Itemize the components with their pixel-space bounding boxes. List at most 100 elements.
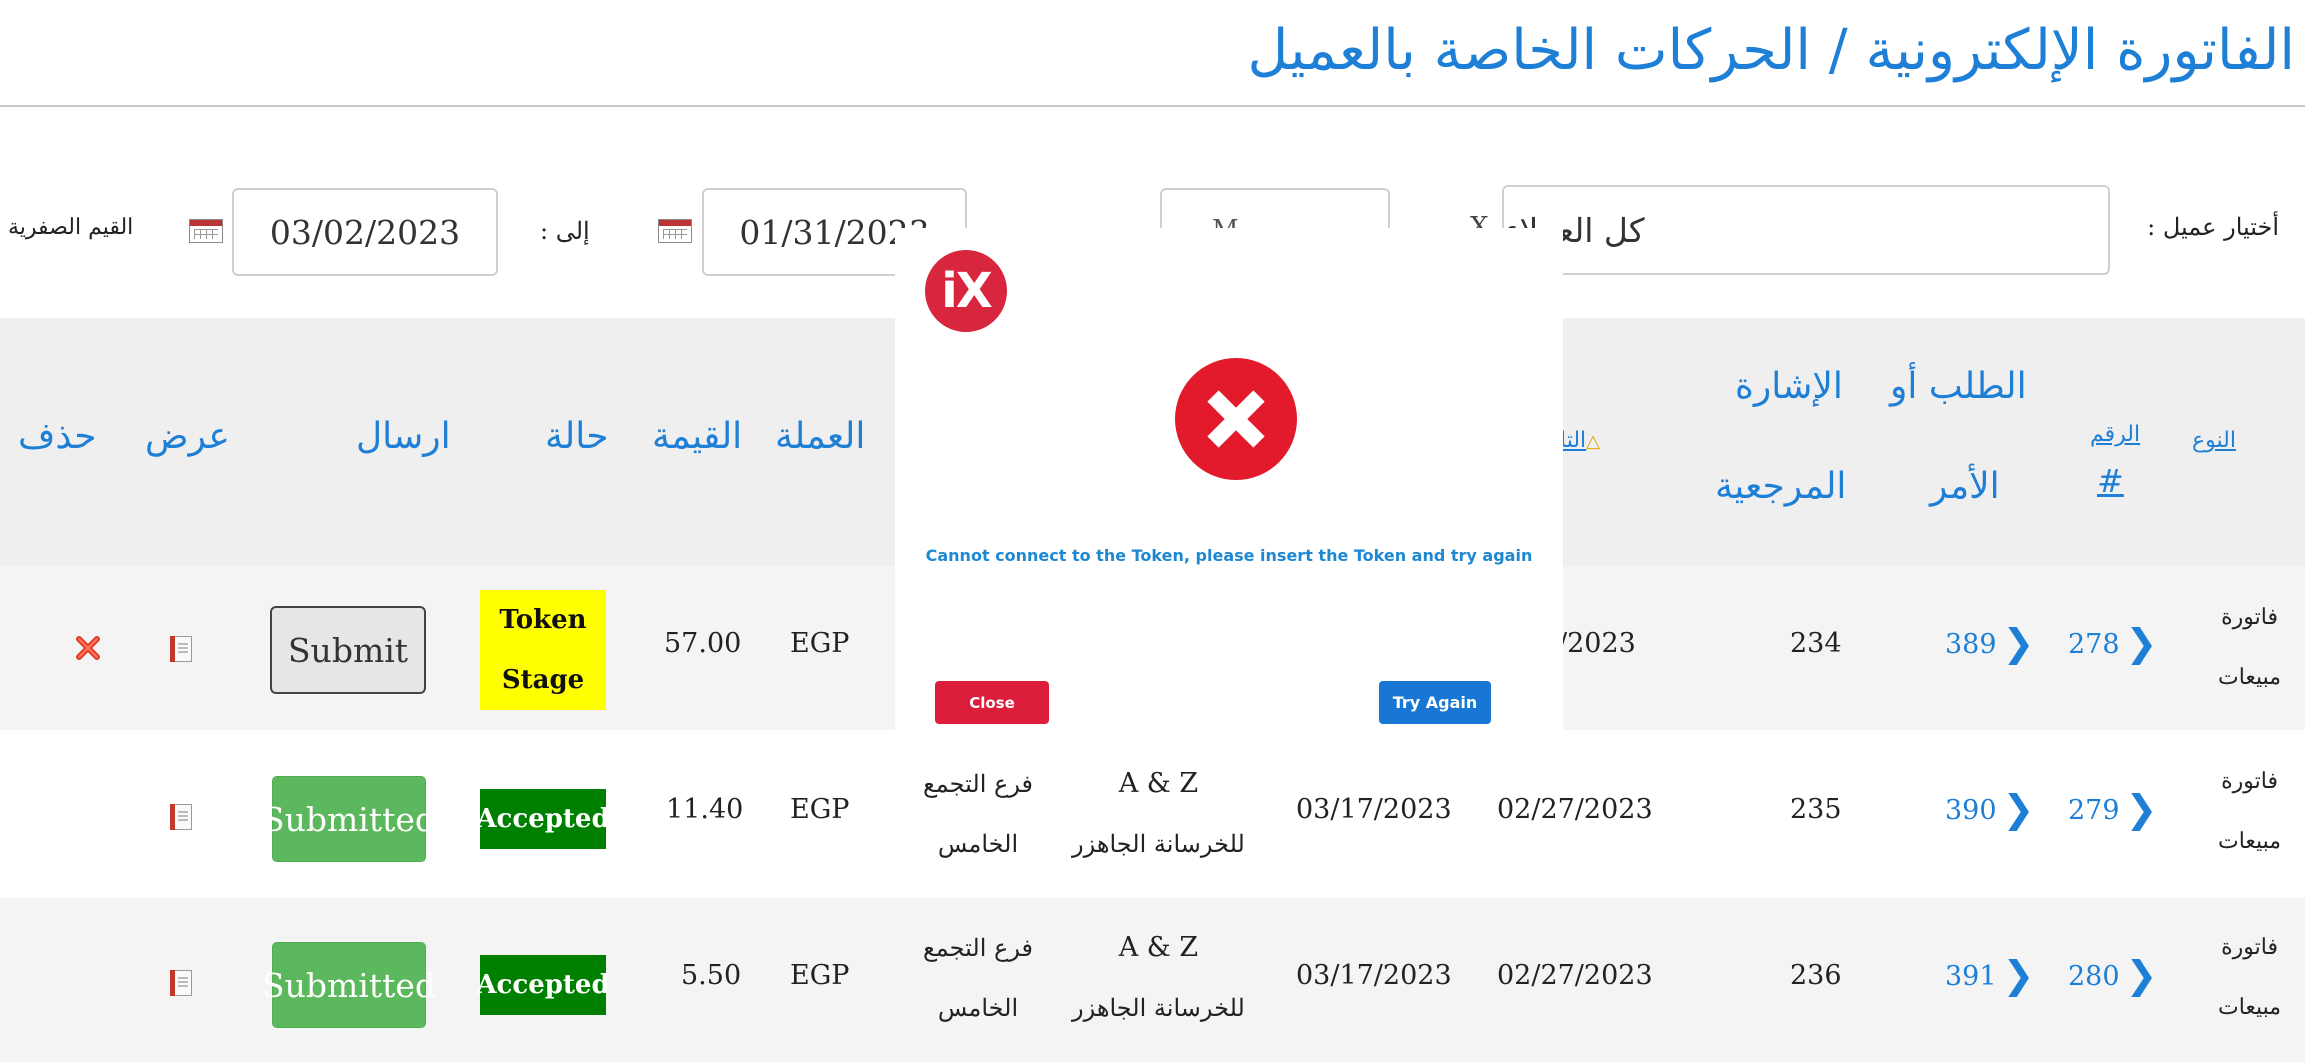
row-number: 279 [2068, 795, 2120, 826]
row-value: 5.50 [681, 960, 742, 991]
row-due-date: 03/17/2023 [1296, 960, 1452, 991]
view-document-icon[interactable] [170, 804, 192, 830]
row-branch-line1: فرع التجمع [923, 770, 1034, 798]
table-row: فاتورة مبيعات 280 ❯ 391 ❯ 236 02/27/2023 0… [0, 898, 2305, 1062]
row-reference: 234 [1790, 628, 1842, 659]
view-document-icon[interactable] [170, 970, 192, 996]
header-send: ارسال [356, 416, 451, 457]
header-number-hash[interactable]: # [2097, 462, 2124, 500]
view-document-icon[interactable] [170, 636, 192, 662]
row-reference: 236 [1790, 960, 1842, 991]
row-type: فاتورة مبيعات [2218, 918, 2281, 1038]
row-branch: فرع التجمع الخامس [923, 918, 1033, 1038]
status-line1: Token [499, 605, 587, 635]
row-currency: EGP [790, 960, 850, 991]
row-branch-line2: الخامس [937, 994, 1019, 1022]
error-x-icon [1175, 358, 1297, 480]
header-value: القيمة [652, 416, 743, 457]
row-date: 02/27/2023 [1497, 794, 1653, 825]
header-order-line1: الطلب أو [1890, 366, 2027, 407]
row-date: 02/27/2023 [1497, 960, 1653, 991]
header-type[interactable]: النوع [2192, 428, 2236, 453]
row-order-link[interactable]: 391 ❯ [1945, 953, 2034, 997]
row-number-link[interactable]: 278 ❯ [2068, 621, 2157, 665]
row-currency: EGP [790, 794, 850, 825]
row-branch-line1: فرع التجمع [923, 934, 1034, 962]
row-value: 57.00 [664, 628, 742, 659]
chevron-right-icon: ❯ [2002, 953, 2035, 997]
try-again-button[interactable]: Try Again [1379, 681, 1491, 724]
zero-values-label: القيم الصفرية [8, 215, 134, 240]
row-number: 280 [2068, 961, 2120, 992]
row-number-link[interactable]: 279 ❯ [2068, 787, 2157, 831]
submitted-button[interactable]: Submitted [262, 942, 436, 1028]
row-order: 391 [1945, 961, 1997, 992]
table-row: فاتورة مبيعات 279 ❯ 390 ❯ 235 02/27/2023 0… [0, 732, 2305, 896]
header-view: عرض [145, 416, 230, 457]
to-label: إلى : [540, 217, 590, 245]
row-type-line2: مبيعات [2218, 665, 2282, 690]
to-date-value: 03/02/2023 [269, 212, 461, 252]
row-branch: فرع التجمع الخامس [923, 754, 1033, 874]
error-modal: iX Cannot connect to the Token, please i… [895, 228, 1563, 733]
status-badge: Accepted [476, 955, 610, 1015]
row-value: 11.40 [666, 794, 744, 825]
row-type-line1: فاتورة [2221, 935, 2278, 960]
delete-icon[interactable] [74, 632, 104, 662]
row-type: فاتورة مبيعات [2218, 588, 2281, 708]
row-customer-line1: A & Z [1118, 768, 1199, 799]
error-x-glyph [1207, 390, 1265, 448]
chevron-right-icon: ❯ [2125, 787, 2158, 831]
chevron-right-icon: ❯ [2125, 953, 2158, 997]
page-title: الفاتورة الإلكترونية / الحركات الخاصة با… [1247, 18, 2295, 83]
chevron-right-icon: ❯ [2125, 621, 2158, 665]
row-type-line2: مبيعات [2218, 995, 2282, 1020]
row-number: 278 [2068, 629, 2120, 660]
close-button[interactable]: Close [935, 681, 1049, 724]
ix-logo: iX [925, 250, 1007, 332]
row-number-link[interactable]: 280 ❯ [2068, 953, 2157, 997]
row-type-line1: فاتورة [2221, 605, 2278, 630]
header-date[interactable]: △التا [1560, 428, 1600, 453]
header-status: حالة [545, 416, 609, 457]
row-currency: EGP [790, 628, 850, 659]
to-date-input[interactable]: 03/02/2023 [232, 188, 498, 276]
header-reference-line1: الإشارة [1735, 366, 1843, 407]
header-currency: العملة [775, 416, 866, 457]
row-customer-line2: للخرسانة الجاهزر [1072, 830, 1245, 858]
status-badge: Token Stage [480, 590, 606, 710]
submitted-button[interactable]: Submitted [262, 776, 436, 862]
row-type-line1: فاتورة [2221, 769, 2278, 794]
status-line2: Stage [501, 665, 585, 695]
header-order-line2: الأمر [1930, 466, 2000, 507]
status-badge: Accepted [476, 789, 610, 849]
row-order: 389 [1945, 629, 1997, 660]
row-customer-line1: A & Z [1118, 932, 1199, 963]
row-customer: A & Z للخرسانة الجاهزر [1072, 754, 1245, 874]
header-delete: حذف [18, 416, 97, 457]
chevron-right-icon: ❯ [2002, 787, 2035, 831]
header-date-label: التا [1560, 428, 1587, 453]
submit-button[interactable]: Submit [270, 606, 426, 694]
from-calendar-icon[interactable] [658, 219, 692, 243]
row-due-date: 03/17/2023 [1296, 794, 1452, 825]
row-type-line2: مبيعات [2218, 829, 2282, 854]
row-order-link[interactable]: 390 ❯ [1945, 787, 2034, 831]
header-number[interactable]: الرقم [2090, 422, 2140, 447]
row-date: /2023 [1558, 628, 1636, 659]
sort-arrow-icon: △ [1586, 431, 1601, 452]
customer-label: أختيار عميل : [2147, 213, 2279, 241]
row-order: 390 [1945, 795, 1997, 826]
row-customer: A & Z للخرسانة الجاهزر [1072, 918, 1245, 1038]
error-message: Cannot connect to the Token, please inse… [925, 546, 1533, 565]
to-calendar-icon[interactable] [189, 219, 223, 243]
row-order-link[interactable]: 389 ❯ [1945, 621, 2034, 665]
chevron-right-icon: ❯ [2002, 621, 2035, 665]
row-type: فاتورة مبيعات [2218, 752, 2281, 872]
row-customer-line2: للخرسانة الجاهزر [1072, 994, 1245, 1022]
header-reference-line2: المرجعية [1715, 466, 1847, 507]
row-branch-line2: الخامس [937, 830, 1019, 858]
customer-select[interactable]: كل العملاء [1502, 185, 2110, 275]
title-divider [0, 105, 2305, 107]
row-reference: 235 [1790, 794, 1842, 825]
